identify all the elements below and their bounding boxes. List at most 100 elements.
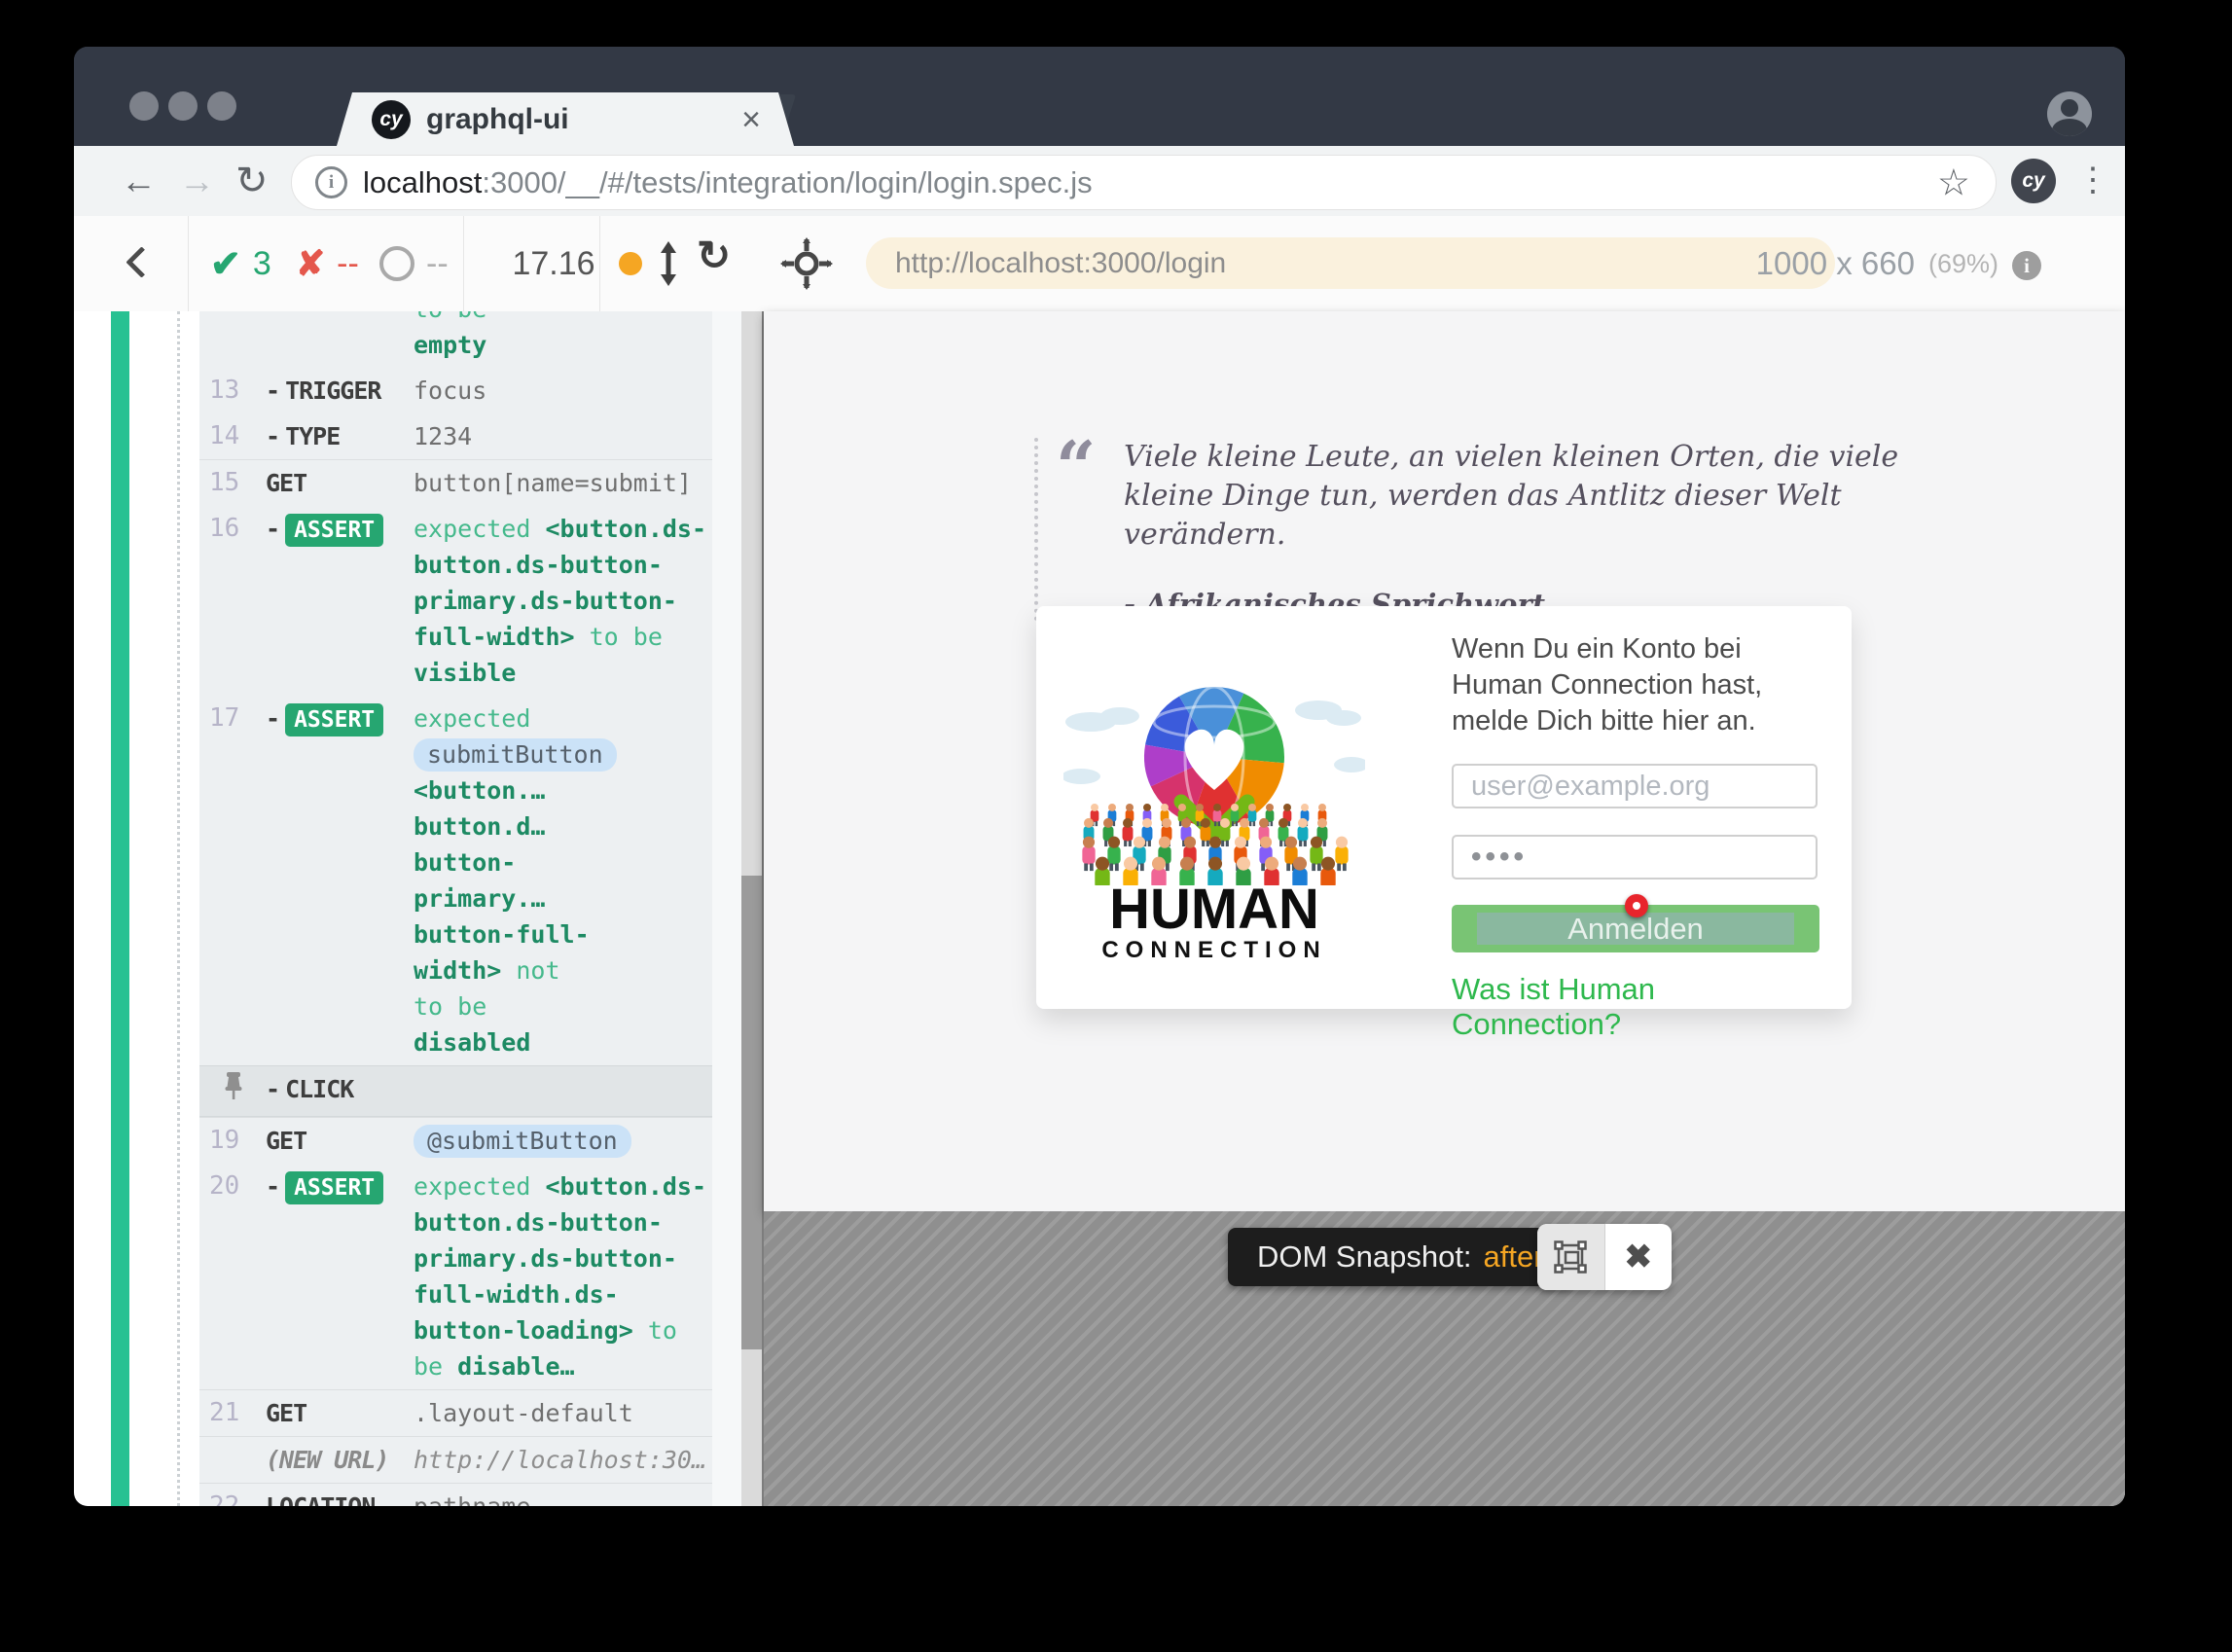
back-icon[interactable]: ← xyxy=(121,163,157,199)
what-is-link[interactable]: Was ist Human Connection? xyxy=(1452,972,1819,1042)
log-row-16[interactable]: 16-ASSERTexpected <button.ds-button.ds-b… xyxy=(199,506,712,696)
highlights-icon xyxy=(1552,1239,1589,1275)
tab-close-icon[interactable]: × xyxy=(741,103,761,136)
app-url-field[interactable]: http://localhost:3000/login xyxy=(866,237,1835,289)
address-bar[interactable]: i localhost:3000/__/#/tests/integration/… xyxy=(291,155,1997,210)
log-row-21[interactable]: 21GET.layout-default xyxy=(199,1389,712,1436)
log-value-text: expected xyxy=(414,515,545,543)
browser-menu-icon[interactable]: ⋮ xyxy=(2076,158,2109,204)
dom-snapshot-message: DOM Snapshot: after xyxy=(1228,1228,1573,1286)
app-preview-area: “ Viele kleine Leute, an vielen kleinen … xyxy=(764,311,2125,1506)
log-command-value: http://localhost:30… xyxy=(414,1442,712,1478)
pending-circle-icon xyxy=(379,246,414,281)
log-row-(NEW URL)[interactable]: (NEW URL)http://localhost:30… xyxy=(199,1436,712,1483)
log-value-text: button[name=submit] xyxy=(414,469,692,497)
email-input[interactable] xyxy=(1452,764,1818,808)
log-value-text: focus xyxy=(414,377,486,405)
browser-reload-icon[interactable]: ↻ xyxy=(235,162,269,200)
rerun-tests-icon[interactable]: ↻ xyxy=(697,232,731,279)
toolbar-separator xyxy=(463,216,464,311)
browser-titlebar: cy graphql-ui × xyxy=(74,47,2125,146)
log-row-number: 20 xyxy=(209,1168,260,1204)
log-command-value: expected <button.ds-button.ds-button-pri… xyxy=(414,1168,712,1384)
log-row-number: 22 xyxy=(209,1489,260,1506)
log-row-number: 14 xyxy=(209,418,260,454)
cypress-extension-icon[interactable]: cy xyxy=(2011,159,2056,203)
log-command-name: GET xyxy=(266,465,414,501)
human-connection-logo xyxy=(1063,671,1365,885)
viewport-size: 1000 x 660 xyxy=(1756,245,1915,282)
viewport-info-icon[interactable]: i xyxy=(2012,251,2041,280)
stat-passed[interactable]: ✔ 3 xyxy=(210,216,271,311)
log-command-value: 1234 xyxy=(414,418,712,454)
tab-title: graphql-ui xyxy=(426,103,569,136)
profile-avatar-icon[interactable] xyxy=(2047,91,2092,136)
log-row-15[interactable]: 15GETbutton[name=submit] xyxy=(199,459,712,506)
toolbar-separator xyxy=(599,216,600,311)
log-value-text: to be xyxy=(414,311,486,323)
login-intro-text: Wenn Du ein Konto bei Human Connection h… xyxy=(1452,631,1819,739)
snapshot-controls: ✖ xyxy=(1537,1224,1672,1290)
log-row-number: 21 xyxy=(209,1395,260,1431)
toolbar-separator xyxy=(188,216,189,311)
log-row-cont-0[interactable]: to be empty xyxy=(199,311,712,368)
login-card: HUMAN CONNECTION Wenn Du ein Konto bei H… xyxy=(1036,606,1852,1009)
log-row-13[interactable]: 13-TRIGGERfocus xyxy=(199,368,712,413)
log-command-value: expected submitButton<button.… button.d…… xyxy=(414,700,712,1060)
password-input[interactable]: •••• xyxy=(1452,835,1818,880)
x-icon: ✘ xyxy=(296,243,325,284)
assert-badge: ASSERT xyxy=(285,514,383,547)
scroll-updown-icon[interactable] xyxy=(656,239,681,293)
log-row-CLICK[interactable]: -CLICK xyxy=(199,1065,712,1117)
log-row-22[interactable]: 22LOCATIONpathname xyxy=(199,1483,712,1506)
failed-count: -- xyxy=(337,245,359,283)
passed-count: 3 xyxy=(253,245,271,283)
login-form: Wenn Du ein Konto bei Human Connection h… xyxy=(1452,631,1819,739)
stat-pending[interactable]: -- xyxy=(379,216,449,311)
desktop-background: cy graphql-ui × ← → ↻ i localhost:3000/_… xyxy=(0,0,2232,1652)
command-log-panel[interactable]: to be empty13-TRIGGERfocus14-TYPE123415G… xyxy=(199,311,712,1506)
traffic-light-minimize[interactable] xyxy=(168,91,198,121)
selector-playground-icon[interactable] xyxy=(780,237,833,295)
viewport-scale: (69%) xyxy=(1928,249,1998,279)
log-row-20[interactable]: 20-ASSERTexpected <button.ds-button.ds-b… xyxy=(199,1164,712,1389)
browser-window: cy graphql-ui × ← → ↻ i localhost:3000/_… xyxy=(74,47,2125,1506)
log-scrollbar[interactable] xyxy=(741,311,762,1506)
toggle-highlights-button[interactable] xyxy=(1537,1224,1605,1290)
quote-text: Viele kleine Leute, an vielen kleinen Or… xyxy=(1124,438,1961,555)
auto-scroll-indicator[interactable] xyxy=(619,252,642,275)
log-scrollbar-thumb[interactable] xyxy=(741,876,762,1349)
log-row-14[interactable]: 14-TYPE1234 xyxy=(199,413,712,459)
log-command-name: (NEW URL) xyxy=(266,1442,414,1478)
log-gutter xyxy=(712,311,741,1506)
app-under-test: “ Viele kleine Leute, an vielen kleinen … xyxy=(764,311,2125,1211)
brand-line1: HUMAN xyxy=(1063,877,1365,942)
log-command-name: GET xyxy=(266,1395,414,1431)
log-row-number: 19 xyxy=(209,1123,260,1159)
click-event-marker xyxy=(1625,894,1648,917)
log-command-value: @submitButton xyxy=(414,1123,712,1159)
close-snapshot-button[interactable]: ✖ xyxy=(1605,1224,1673,1290)
log-command-name: -CLICK xyxy=(266,1071,414,1107)
log-command-name: -ASSERT xyxy=(266,700,414,736)
log-command-value: button[name=submit] xyxy=(414,465,712,501)
page-info-icon[interactable]: i xyxy=(315,166,347,198)
stat-failed[interactable]: ✘ -- xyxy=(296,216,359,311)
log-row-19[interactable]: 19GET@submitButton xyxy=(199,1117,712,1164)
snapshot-label: DOM Snapshot: xyxy=(1257,1239,1472,1275)
collapse-sidebar-icon[interactable] xyxy=(126,246,158,278)
browser-tab[interactable]: cy graphql-ui × xyxy=(337,92,794,146)
log-value-text: <button.… button.d… button-primary.… but… xyxy=(414,776,590,985)
log-row-number: 13 xyxy=(209,373,260,409)
password-dots: •••• xyxy=(1471,841,1528,874)
bookmark-star-icon[interactable]: ☆ xyxy=(1937,161,1970,204)
traffic-light-zoom[interactable] xyxy=(207,91,236,121)
url-text: localhost:3000/__/#/tests/integration/lo… xyxy=(363,165,1093,200)
log-value-text: http://localhost:30… xyxy=(414,1446,706,1474)
traffic-light-close[interactable] xyxy=(129,91,159,121)
log-command-value: pathname xyxy=(414,1489,712,1506)
log-value-text: visible xyxy=(414,659,516,687)
log-row-number: 17 xyxy=(209,700,260,736)
log-value-text: expected xyxy=(414,704,530,733)
log-row-17[interactable]: 17-ASSERTexpected submitButton<button.… … xyxy=(199,696,712,1065)
